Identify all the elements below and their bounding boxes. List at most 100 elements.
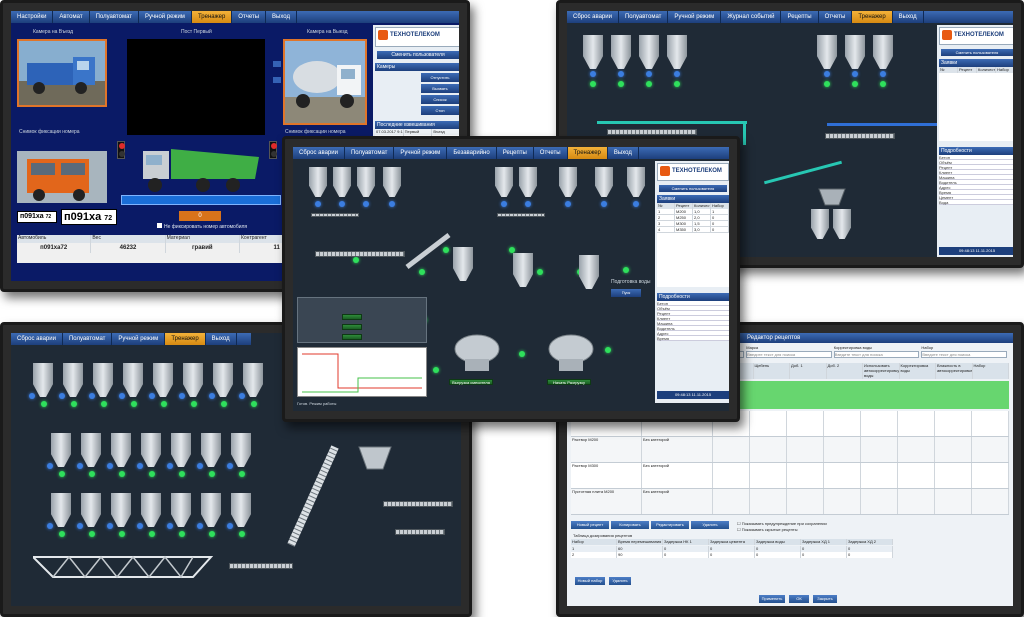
- silo-status-indicator[interactable]: [880, 71, 886, 77]
- storage-silo-indicator[interactable]: [107, 523, 113, 529]
- menu-item[interactable]: Ручной режим: [112, 333, 166, 345]
- silo-valve-indicator[interactable]: [824, 81, 830, 87]
- recipe-action-button[interactable]: Редактировать: [651, 521, 689, 529]
- recipe-col-header[interactable]: Влажность в автокорректировке: [936, 363, 973, 379]
- manual-green-btn-3[interactable]: [342, 334, 362, 340]
- menu-item[interactable]: Полуавтомат: [345, 147, 395, 159]
- storage-silo-indicator[interactable]: [149, 393, 155, 399]
- check-show-hidden[interactable]: ☐ Показывать скрытые рецепты: [737, 527, 797, 532]
- silo-status-indicator[interactable]: [590, 71, 596, 77]
- menu-item[interactable]: Полуавтомат: [63, 333, 113, 345]
- silo-status-indicator[interactable]: [824, 71, 830, 77]
- side-button[interactable]: Список: [421, 95, 459, 104]
- storage-valve-indicator[interactable]: [239, 471, 245, 477]
- menu-item[interactable]: Настройки: [11, 11, 54, 23]
- menu-item[interactable]: Отчеты: [232, 11, 267, 23]
- menu-item[interactable]: Ручной режим: [139, 11, 192, 23]
- menu-item[interactable]: Выход: [206, 333, 237, 345]
- storage-valve-indicator[interactable]: [89, 471, 95, 477]
- menu-item[interactable]: Рецепты: [781, 11, 819, 23]
- overview-change-user-button[interactable]: Сменить пользователя: [941, 49, 1013, 56]
- storage-valve-indicator[interactable]: [41, 401, 47, 407]
- menu-item[interactable]: Тренажер: [852, 11, 893, 23]
- silo-valve-indicator[interactable]: [646, 81, 652, 87]
- detail-silo-indicator[interactable]: [315, 201, 321, 207]
- recipe-row[interactable]: Раствор М200 Без категорий: [571, 437, 1009, 463]
- storage-silo-indicator[interactable]: [239, 393, 245, 399]
- side-button[interactable]: Стоп: [421, 106, 459, 115]
- silo-status-indicator[interactable]: [618, 71, 624, 77]
- close-button[interactable]: Закрыть: [813, 595, 837, 603]
- manual-green-btn-2[interactable]: [342, 324, 362, 330]
- storage-silo-indicator[interactable]: [137, 463, 143, 469]
- menu-item[interactable]: Выход: [266, 11, 297, 23]
- filter-input[interactable]: Введите текст для поиска: [746, 351, 832, 358]
- menu-item[interactable]: Сброс аварии: [567, 11, 619, 23]
- storage-valve-indicator[interactable]: [149, 471, 155, 477]
- storage-valve-indicator[interactable]: [191, 401, 197, 407]
- storage-valve-indicator[interactable]: [251, 401, 257, 407]
- recipe-row[interactable]: Раствор М300 Без категорий: [571, 463, 1009, 489]
- manual-green-btn-1[interactable]: [342, 314, 362, 320]
- silo-status-indicator[interactable]: [852, 71, 858, 77]
- menu-item[interactable]: Полуавтомат: [90, 11, 140, 23]
- storage-valve-indicator[interactable]: [161, 401, 167, 407]
- side-mini-btn-2[interactable]: [273, 77, 281, 83]
- menu-item[interactable]: Выход: [608, 147, 639, 159]
- recipe-col-header[interactable]: Доб. 1: [790, 363, 827, 379]
- mixer-right-button[interactable]: Начать Разгрузку: [547, 379, 591, 385]
- storage-valve-indicator[interactable]: [209, 471, 215, 477]
- storage-silo-indicator[interactable]: [77, 523, 83, 529]
- menu-item[interactable]: Рецепты: [497, 147, 534, 159]
- menu-item[interactable]: Автомат: [53, 11, 90, 23]
- table-cell[interactable]: 46232: [91, 243, 166, 253]
- recipe-col-header[interactable]: Набор: [973, 363, 1009, 379]
- side-mini-btn-1[interactable]: [273, 61, 281, 67]
- storage-silo-indicator[interactable]: [137, 523, 143, 529]
- delete-dosing-row-button[interactable]: Удалить: [609, 577, 631, 585]
- silo-status-indicator[interactable]: [646, 71, 652, 77]
- menu-item[interactable]: Тренажер: [165, 333, 206, 345]
- storage-valve-indicator[interactable]: [221, 401, 227, 407]
- storage-silo-indicator[interactable]: [89, 393, 95, 399]
- side-button[interactable]: Вызвать: [421, 84, 459, 93]
- storage-silo-indicator[interactable]: [167, 463, 173, 469]
- ok-button[interactable]: ОК: [789, 595, 809, 603]
- detail-silo-indicator[interactable]: [389, 201, 395, 207]
- detail-silo-indicator[interactable]: [501, 201, 507, 207]
- change-user-button[interactable]: Сменить пользователя: [377, 51, 459, 59]
- detail-silo-indicator[interactable]: [525, 201, 531, 207]
- menu-item[interactable]: Ручной режим: [668, 11, 722, 23]
- check-show-warning[interactable]: ☐ Показывать предупреждение при сохранен…: [737, 521, 827, 526]
- no-photo-checkbox[interactable]: Не фиксировать номер автомобиля: [157, 223, 247, 230]
- silo-valve-indicator[interactable]: [674, 81, 680, 87]
- detail-silo-indicator[interactable]: [633, 201, 639, 207]
- storage-silo-indicator[interactable]: [47, 523, 53, 529]
- menu-item[interactable]: Журнал событий: [721, 11, 782, 23]
- recipe-action-button[interactable]: Новый рецепт: [571, 521, 609, 529]
- silo-valve-indicator[interactable]: [590, 81, 596, 87]
- checkbox-box[interactable]: [157, 223, 162, 228]
- detail-valve-indicator[interactable]: [623, 267, 629, 273]
- storage-silo-indicator[interactable]: [77, 463, 83, 469]
- filter-input[interactable]: Введите текст для поиска: [833, 351, 920, 358]
- water-start-button[interactable]: Пуск: [611, 289, 641, 297]
- recipe-col-header[interactable]: Доб. 2: [827, 363, 863, 379]
- storage-silo-indicator[interactable]: [59, 393, 65, 399]
- menu-item[interactable]: Отчеты: [819, 11, 853, 23]
- menu-item[interactable]: Выход: [893, 11, 924, 23]
- mixer-left-button[interactable]: Выгрузка смесителя: [449, 379, 493, 385]
- silo-valve-indicator[interactable]: [618, 81, 624, 87]
- detail-change-user-button[interactable]: Сменить пользователя: [659, 185, 727, 192]
- menu-item[interactable]: Безаварийно: [447, 147, 497, 159]
- menu-item[interactable]: Отчеты: [534, 147, 568, 159]
- storage-valve-indicator[interactable]: [119, 531, 125, 537]
- storage-silo-indicator[interactable]: [167, 523, 173, 529]
- detail-valve-indicator[interactable]: [433, 367, 439, 373]
- storage-valve-indicator[interactable]: [59, 471, 65, 477]
- menu-item[interactable]: Тренажер: [191, 11, 233, 23]
- storage-silo-indicator[interactable]: [227, 463, 233, 469]
- menu-item[interactable]: Ручной режим: [394, 147, 448, 159]
- storage-valve-indicator[interactable]: [89, 531, 95, 537]
- menu-item[interactable]: Сброс аварии: [11, 333, 63, 345]
